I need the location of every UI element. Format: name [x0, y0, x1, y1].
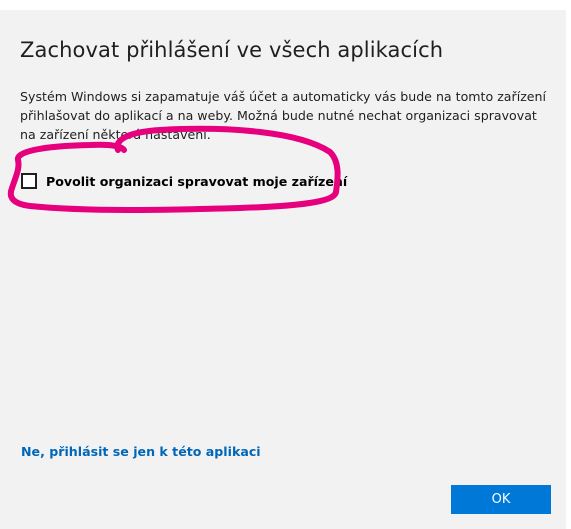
sign-in-this-app-only-link[interactable]: Ne, přihlásit se jen k této aplikaci [21, 444, 261, 459]
allow-org-manage-label[interactable]: Povolit organizaci spravovat moje zaříze… [46, 174, 347, 189]
dialog-title: Zachovat přihlášení ve všech aplikacích [20, 38, 444, 62]
allow-org-manage-checkbox-row[interactable]: Povolit organizaci spravovat moje zaříze… [21, 171, 347, 191]
sign-in-dialog: Zachovat přihlášení ve všech aplikacích … [0, 10, 566, 529]
dialog-description: Systém Windows si zapamatuje váš účet a … [20, 89, 547, 142]
allow-org-manage-checkbox[interactable] [21, 173, 37, 189]
ok-button[interactable]: OK [451, 485, 551, 514]
